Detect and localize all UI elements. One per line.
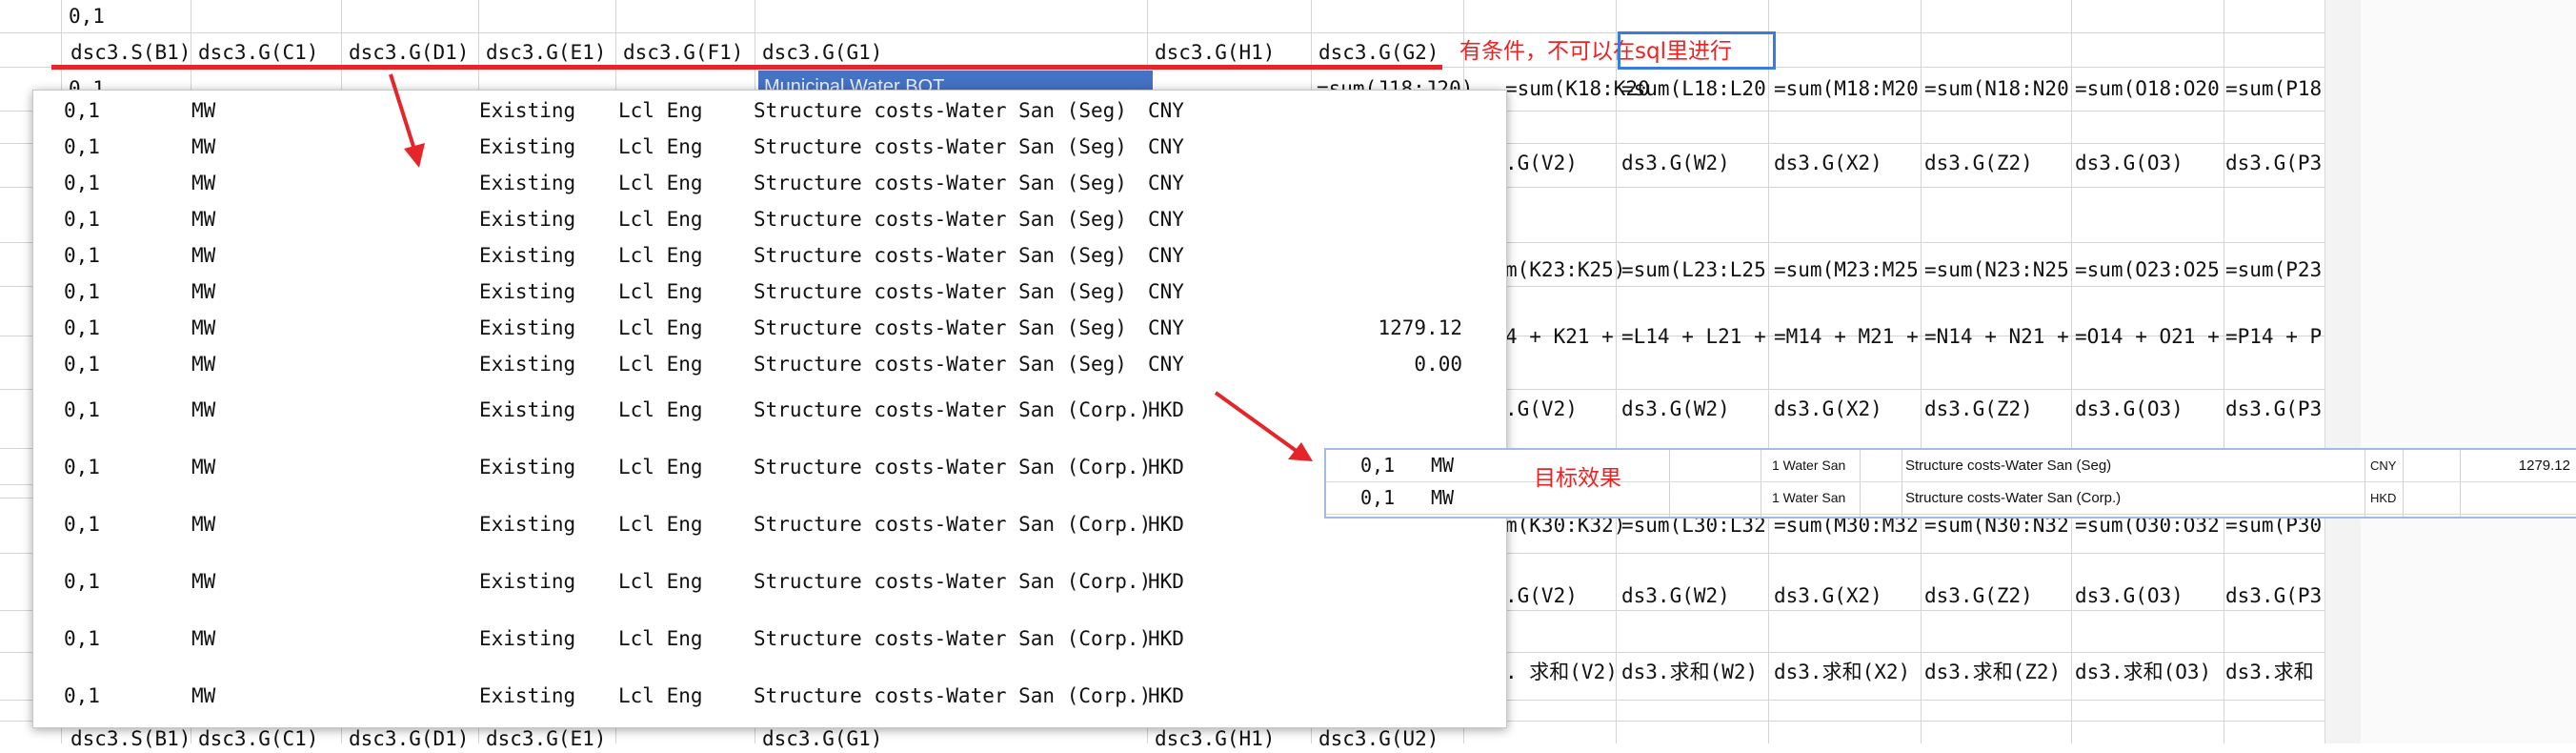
target-cell-c3: 1 Water San — [1772, 490, 1846, 505]
target-label: 目标效果 — [1534, 466, 1621, 491]
target-cell-c3: 1 Water San — [1772, 458, 1846, 473]
target-effect-table[interactable]: 0,1 MW 1 Water San Structure costs-Water Sa… — [1324, 448, 2576, 519]
arrow-right-icon — [1214, 391, 1313, 461]
arrow-overlay — [389, 73, 1313, 461]
arrow-down-icon — [389, 73, 425, 168]
target-cell-c2: MW — [1431, 454, 1455, 477]
target-cell-c5: HKD — [2370, 491, 2397, 505]
target-cell-c4: Structure costs-Water San (Seg) — [1905, 458, 2112, 474]
target-cell-c4: Structure costs-Water San (Corp.) — [1905, 490, 2122, 506]
target-row[interactable]: 0,1 MW 1 Water San Structure costs-Water Sa… — [1326, 482, 2576, 515]
target-cell-c1: 0,1 — [1360, 486, 1396, 509]
target-cell-c5: CNY — [2370, 458, 2397, 473]
target-row[interactable]: 0,1 MW 1 Water San Structure costs-Water Sa… — [1326, 450, 2576, 482]
target-cell-c6: 1279.12 — [2518, 458, 2570, 474]
target-cell-c1: 0,1 — [1360, 454, 1396, 477]
target-cell-c2: MW — [1431, 486, 1455, 509]
